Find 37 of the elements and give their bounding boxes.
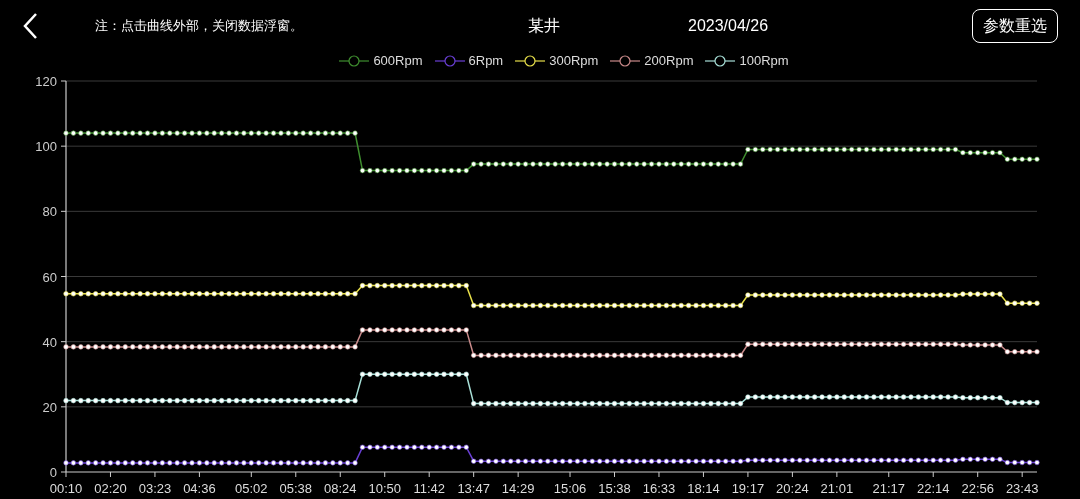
- x-axis-label: 16:33: [642, 481, 676, 496]
- legend-label: 100Rpm: [739, 51, 789, 70]
- x-axis-label: 02:20: [94, 481, 127, 496]
- y-axis-label: 80: [42, 204, 57, 220]
- x-axis-label: 05:38: [279, 481, 313, 496]
- date-text: 2023/04/26: [688, 16, 769, 36]
- legend-label: 600Rpm: [373, 51, 423, 70]
- x-axis-label: 11:42: [413, 481, 445, 496]
- x-axis-label: 00:10: [49, 481, 83, 496]
- x-axis-label: 08:24: [324, 481, 357, 496]
- x-axis-label: 15:38: [598, 481, 631, 496]
- x-axis-label: 21:01: [820, 481, 854, 496]
- x-axis-label: 22:14: [916, 481, 950, 496]
- x-axis-label: 14:29: [501, 481, 535, 496]
- x-axis-label: 19:17: [731, 481, 765, 496]
- x-axis-label: 13:47: [457, 481, 490, 496]
- x-axis-label: 21:17: [872, 481, 906, 496]
- y-axis-label: 20: [42, 399, 57, 415]
- legend-label: 200Rpm: [644, 51, 694, 70]
- hint-text: 注：点击曲线外部，关闭数据浮窗。: [95, 17, 304, 36]
- legend-label: 6Rpm: [468, 51, 504, 70]
- x-axis-label: 22:56: [961, 481, 994, 496]
- legend-label: 300Rpm: [549, 51, 599, 70]
- well-title: 某井: [528, 16, 561, 36]
- x-axis-label: 04:36: [183, 481, 216, 496]
- x-axis-label: 05:02: [235, 481, 268, 496]
- x-axis-label: 15:06: [553, 481, 587, 496]
- x-axis-label: 03:23: [138, 481, 172, 496]
- y-axis-label: 100: [35, 139, 57, 155]
- x-axis-label: 20:24: [776, 481, 809, 496]
- x-axis-label: 23:43: [1005, 481, 1039, 496]
- y-axis-label: 0: [49, 465, 57, 480]
- y-axis-label: 120: [35, 74, 57, 89]
- y-axis-label: 40: [42, 334, 57, 350]
- x-axis-label: 18:14: [687, 481, 720, 496]
- y-axis-label: 60: [42, 269, 57, 285]
- x-axis-label: 10:50: [368, 481, 401, 496]
